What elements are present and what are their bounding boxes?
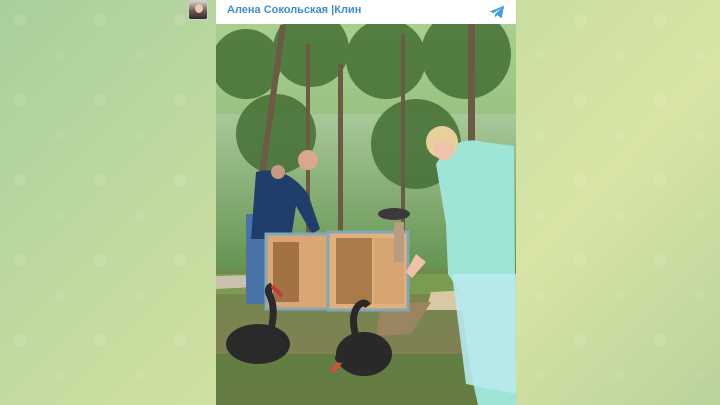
telegram-icon[interactable] bbox=[488, 3, 506, 21]
avatar-face bbox=[195, 4, 203, 13]
channel-name[interactable]: Алена Сокольская |Клин bbox=[227, 4, 361, 16]
channel-post: Алена Сокольская |Клин bbox=[216, 0, 516, 405]
post-header: Алена Сокольская |Клин bbox=[216, 0, 516, 24]
post-photo[interactable] bbox=[216, 24, 516, 405]
author-avatar[interactable] bbox=[188, 0, 208, 20]
wooden-boxes bbox=[264, 230, 410, 312]
